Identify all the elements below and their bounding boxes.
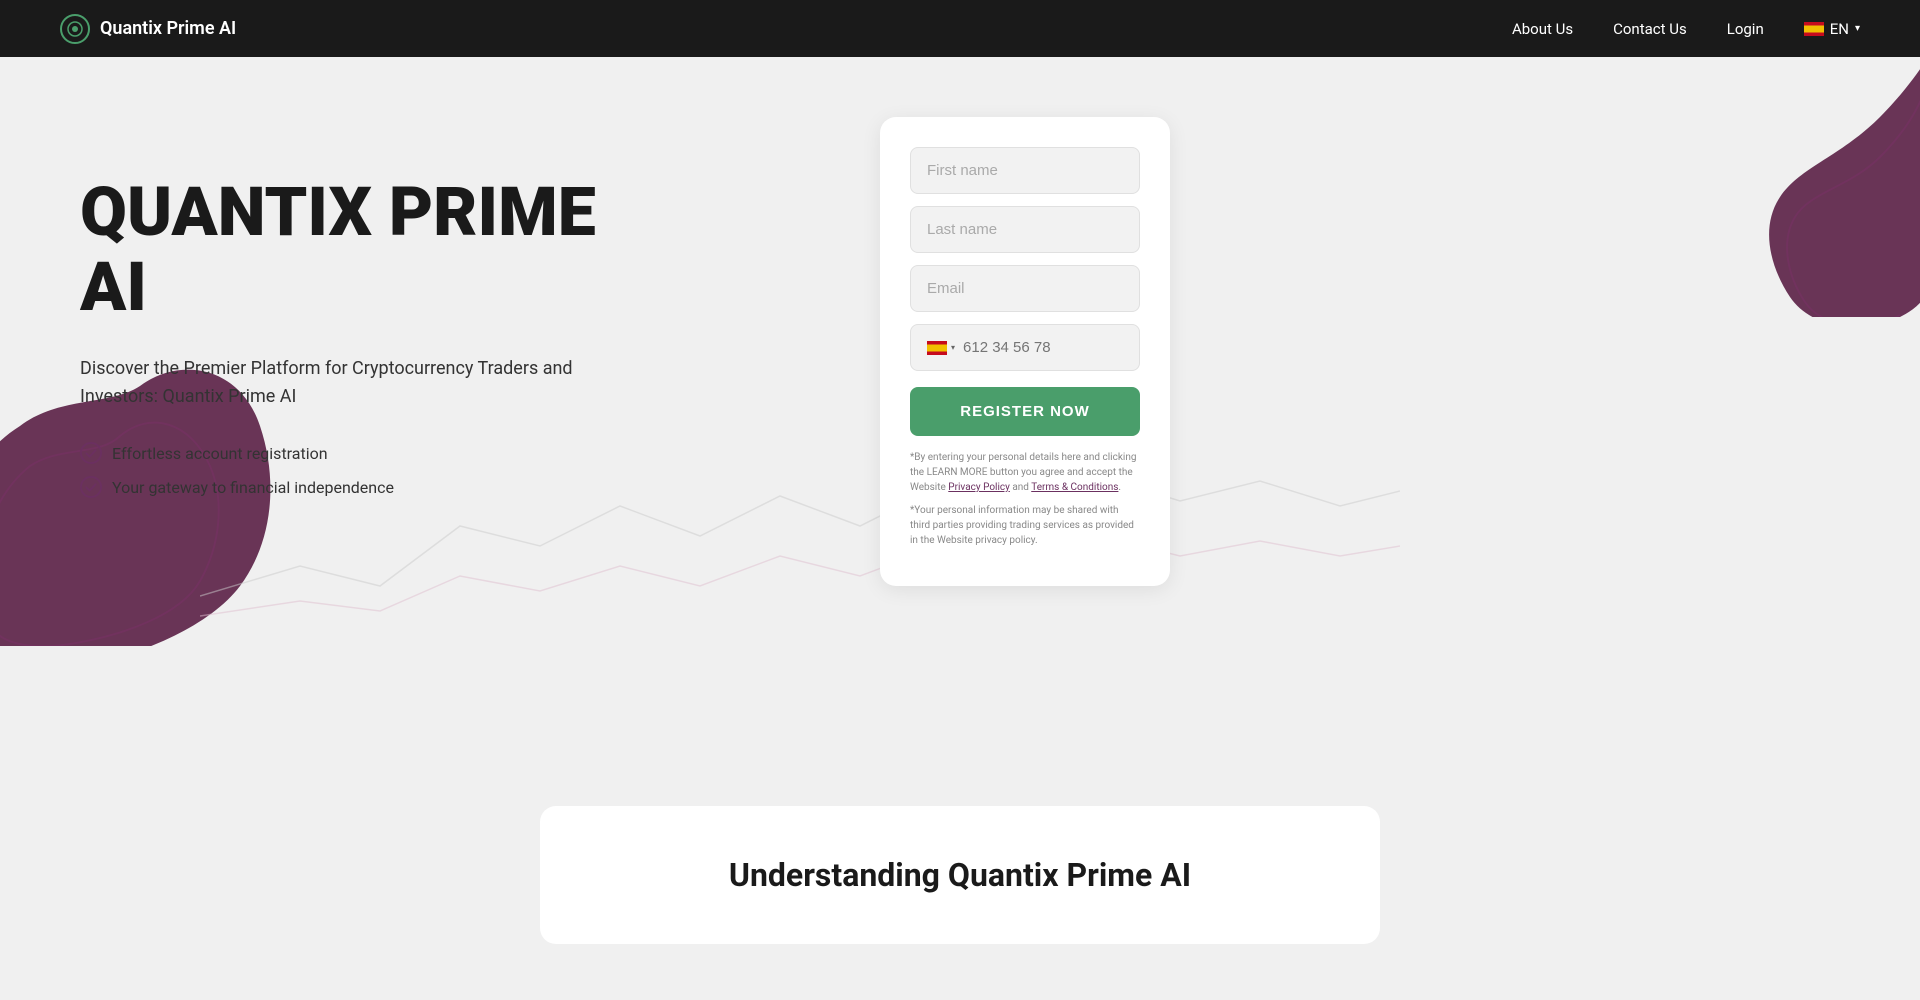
brand-icon <box>60 14 90 44</box>
navbar: Quantix Prime AI About Us Contact Us Log… <box>0 0 1920 57</box>
brand-logo[interactable]: Quantix Prime AI <box>60 14 236 44</box>
hero-subtitle: Discover the Premier Platform for Crypto… <box>80 355 580 413</box>
brand-name: Quantix Prime AI <box>100 18 236 39</box>
nav-about-us[interactable]: About Us <box>1512 20 1573 38</box>
nav-login[interactable]: Login <box>1727 20 1764 38</box>
privacy-policy-link[interactable]: Privacy Policy <box>948 482 1010 493</box>
phone-field-wrapper: ▾ <box>910 324 1140 371</box>
check-icon-1 <box>80 442 102 464</box>
hero-title: QUANTIX PRIME AI <box>80 175 840 325</box>
feature-item-1: Effortless account registration <box>80 442 840 464</box>
phone-country-selector[interactable]: ▾ <box>927 341 955 355</box>
feature-item-2: Your gateway to financial independence <box>80 476 840 498</box>
form-disclaimer-2: *Your personal information may be shared… <box>910 503 1140 548</box>
form-disclaimer-1: *By entering your personal details here … <box>910 450 1140 495</box>
hero-content: QUANTIX PRIME AI Discover the Premier Pl… <box>80 175 840 528</box>
check-icon-2 <box>80 476 102 498</box>
terms-conditions-link[interactable]: Terms & Conditions <box>1031 482 1118 493</box>
understanding-card: Understanding Quantix Prime AI <box>540 806 1380 944</box>
email-input[interactable] <box>910 265 1140 312</box>
phone-country-caret-icon: ▾ <box>951 343 955 352</box>
hero-section: QUANTIX PRIME AI Discover the Premier Pl… <box>0 57 1920 646</box>
first-name-input[interactable] <box>910 147 1140 194</box>
divider-section <box>0 646 1920 776</box>
language-selector[interactable]: EN ▾ <box>1804 20 1860 38</box>
phone-input[interactable] <box>963 325 1162 370</box>
hero-features-list: Effortless account registration Your gat… <box>80 442 840 498</box>
registration-form: ▾ REGISTER NOW *By entering your persona… <box>880 117 1170 586</box>
last-name-input[interactable] <box>910 206 1140 253</box>
flag-spain-icon <box>1804 22 1824 36</box>
understanding-title: Understanding Quantix Prime AI <box>600 856 1320 894</box>
language-label: EN <box>1830 20 1849 38</box>
phone-flag-spain-icon <box>927 341 947 355</box>
register-now-button[interactable]: REGISTER NOW <box>910 387 1140 436</box>
nav-contact-us[interactable]: Contact Us <box>1613 20 1687 38</box>
understanding-section: Understanding Quantix Prime AI <box>0 776 1920 974</box>
nav-links: About Us Contact Us Login EN ▾ <box>1512 20 1860 38</box>
blob-top-right-decoration <box>1640 57 1920 317</box>
language-chevron-icon: ▾ <box>1855 23 1860 34</box>
